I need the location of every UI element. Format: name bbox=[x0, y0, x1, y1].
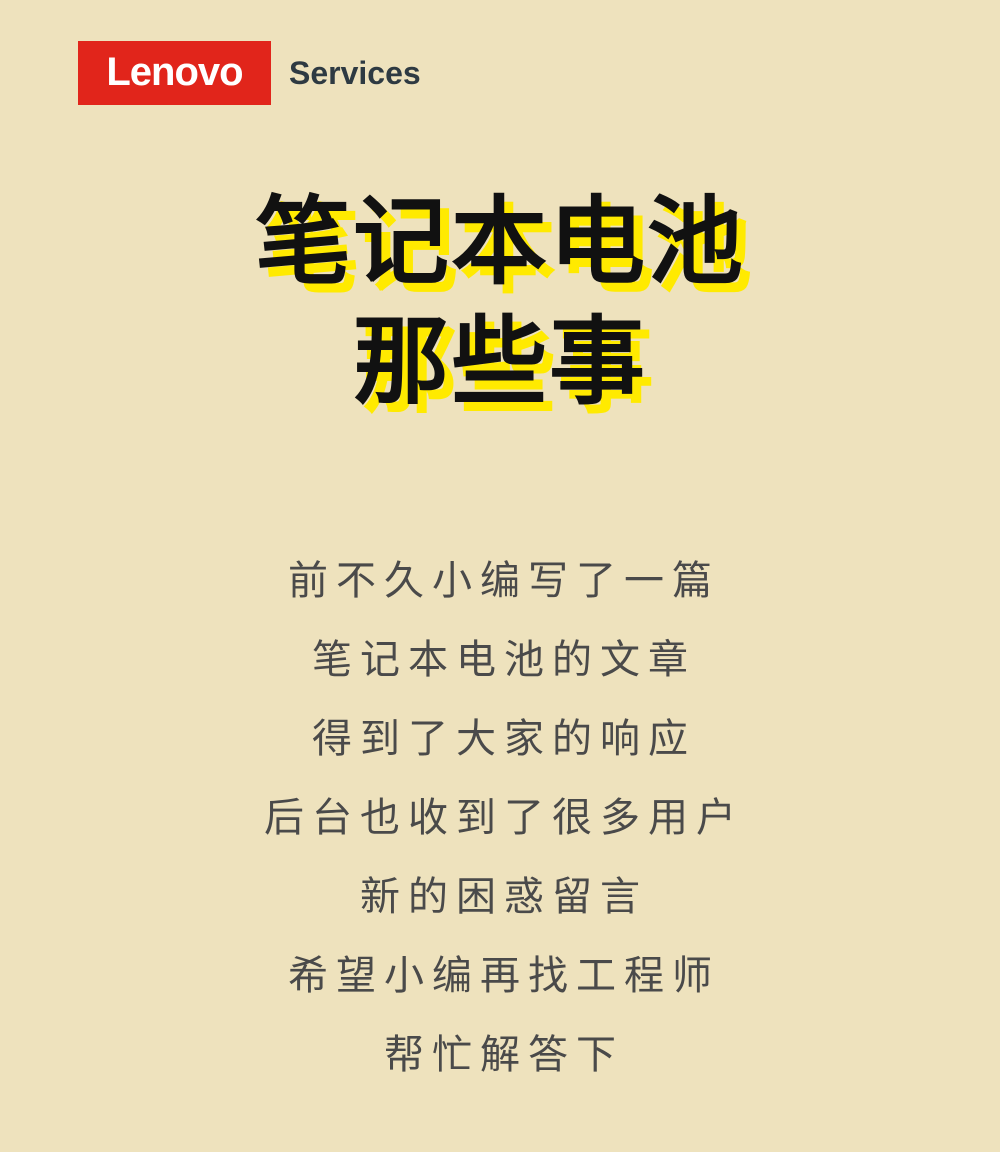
brand-header: Lenovo Services bbox=[78, 41, 421, 105]
body-line-2: 笔记本电池的文章 bbox=[312, 637, 696, 683]
services-label: Services bbox=[289, 55, 421, 91]
body-line-5: 新的困惑留言 bbox=[360, 874, 648, 920]
headline-line-1: 笔记本电池 bbox=[255, 186, 745, 298]
body-line-6: 希望小编再找工程师 bbox=[288, 953, 720, 999]
body-line-7: 帮忙解答下 bbox=[384, 1032, 624, 1078]
headline: 笔记本电池 那些事 bbox=[0, 182, 1000, 422]
body-line-1: 前不久小编写了一篇 bbox=[288, 558, 720, 604]
lenovo-logo-text: Lenovo bbox=[106, 50, 243, 94]
lenovo-logo: Lenovo bbox=[78, 41, 271, 105]
body-text: 前不久小编写了一篇 笔记本电池的文章 得到了大家的响应 后台也收到了很多用户 新… bbox=[0, 542, 1000, 1095]
body-line-3: 得到了大家的响应 bbox=[312, 716, 696, 762]
headline-line-2: 那些事 bbox=[353, 306, 647, 418]
body-line-4: 后台也收到了很多用户 bbox=[264, 795, 744, 841]
page: Lenovo Services 笔记本电池 那些事 前不久小编写了一篇 笔记本电… bbox=[0, 0, 1000, 1152]
